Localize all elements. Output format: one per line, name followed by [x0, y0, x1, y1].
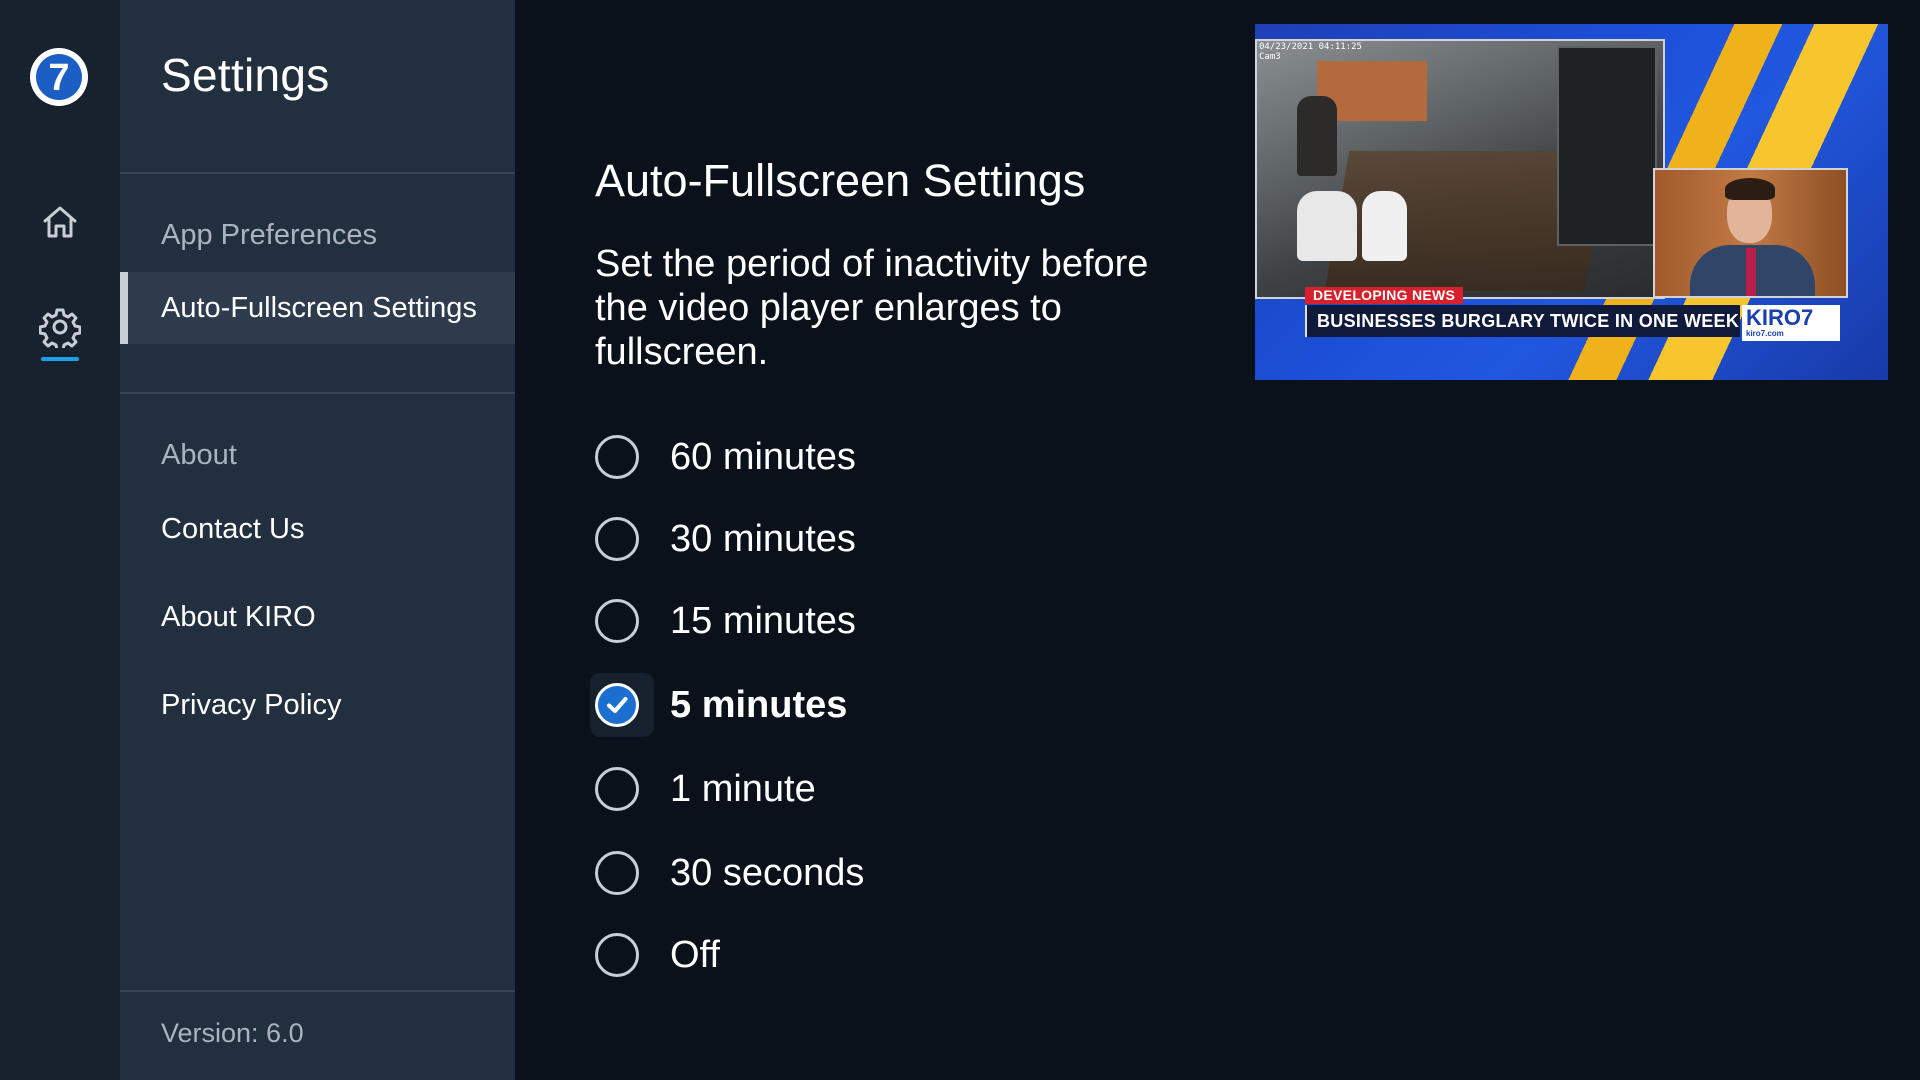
station-brand: KIRO7 kiro7.com [1742, 305, 1840, 341]
option-60-minutes[interactable]: 60 minutes [590, 425, 1110, 489]
radio-button[interactable] [595, 767, 639, 811]
radio-button[interactable] [595, 851, 639, 895]
news-headline: BUSINESSES BURGLARY TWICE IN ONE WEEK [1305, 305, 1740, 337]
news-anchor-inset [1653, 168, 1848, 298]
radio-button[interactable] [595, 599, 639, 643]
menu-item-contact-us[interactable]: Contact Us [120, 493, 515, 565]
radio-button[interactable] [595, 435, 639, 479]
nav-home-button[interactable] [30, 192, 90, 252]
menu-item-app-preferences[interactable]: App Preferences [120, 199, 515, 271]
icon-rail: 7 [0, 0, 120, 1080]
option-off[interactable]: Off [590, 923, 1110, 987]
checkmark-icon [607, 697, 628, 713]
option-label: 15 minutes [670, 599, 856, 642]
radio-button[interactable] [595, 933, 639, 977]
svg-text:7: 7 [48, 57, 69, 99]
section-title: Auto-Fullscreen Settings [595, 155, 1086, 206]
gear-icon [39, 308, 81, 348]
menu-item-auto-fullscreen-settings[interactable]: Auto-Fullscreen Settings [120, 272, 515, 344]
video-player-preview[interactable]: 04/23/2021 04:11:25 Cam3 DEVELOPING NEWS … [1255, 24, 1888, 380]
option-1-minute[interactable]: 1 minute [590, 757, 1110, 821]
option-30-minutes[interactable]: 30 minutes [590, 507, 1110, 571]
divider [120, 990, 515, 992]
option-label: 30 seconds [670, 851, 865, 894]
radio-button-checked[interactable] [595, 683, 639, 727]
divider [120, 392, 515, 394]
option-label: 30 minutes [670, 517, 856, 560]
option-label: 5 minutes [670, 683, 848, 726]
menu-item-privacy-policy[interactable]: Privacy Policy [120, 669, 515, 741]
nav-settings-button[interactable] [30, 297, 90, 357]
home-icon [43, 206, 77, 238]
option-30-seconds[interactable]: 30 seconds [590, 841, 1110, 905]
version-label: Version: 6.0 [161, 1018, 304, 1048]
divider [120, 172, 515, 174]
option-label: 1 minute [670, 767, 816, 810]
selected-indicator [41, 357, 79, 361]
option-label: Off [670, 933, 720, 976]
page-title: Settings [161, 49, 330, 101]
option-15-minutes[interactable]: 15 minutes [590, 589, 1110, 653]
menu-item-about-kiro[interactable]: About KIRO [120, 581, 515, 653]
section-description: Set the period of inactivity before the … [595, 243, 1149, 373]
kiro7-logo: 7 [30, 48, 88, 106]
developing-news-tag: DEVELOPING NEWS [1305, 287, 1464, 304]
cctv-timestamp: 04/23/2021 04:11:25 Cam3 [1259, 42, 1362, 62]
settings-menu: Settings App Preferences Auto-Fullscreen… [120, 0, 515, 1080]
option-5-minutes[interactable]: 5 minutes [590, 673, 1110, 737]
menu-section-about: About [161, 438, 237, 471]
news-lower-third: DEVELOPING NEWS BUSINESSES BURGLARY TWIC… [1305, 287, 1855, 355]
cctv-footage: 04/23/2021 04:11:25 Cam3 [1255, 39, 1665, 299]
option-label: 60 minutes [670, 435, 856, 478]
radio-button[interactable] [595, 517, 639, 561]
